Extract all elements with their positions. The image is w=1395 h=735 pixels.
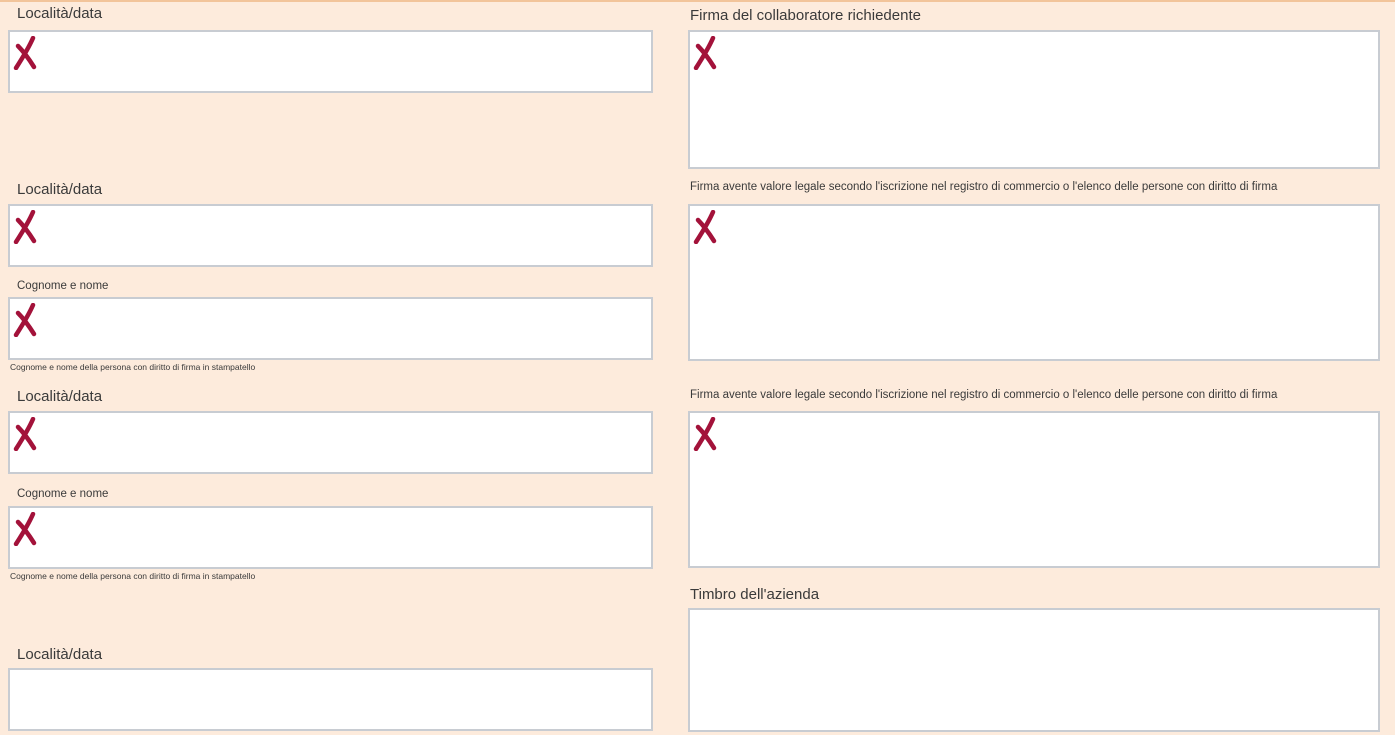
- location-date-field-2[interactable]: [8, 204, 653, 267]
- legal-signature-field-2[interactable]: [688, 411, 1380, 568]
- x-mark-icon: [13, 36, 39, 70]
- location-date-field-1[interactable]: [8, 30, 653, 93]
- x-mark-icon: [13, 303, 39, 337]
- x-mark-icon: [13, 417, 39, 451]
- company-stamp-label: Timbro dell'azienda: [690, 586, 820, 603]
- name-label-3: Cognome e nome: [17, 488, 109, 500]
- name-label-2: Cognome e nome: [17, 280, 109, 292]
- location-date-label-3: Località/data: [17, 388, 103, 405]
- location-date-label-4: Località/data: [17, 646, 103, 663]
- location-date-label-2: Località/data: [17, 181, 103, 198]
- top-divider: [0, 0, 1395, 2]
- location-date-label-1: Località/data: [17, 5, 103, 22]
- name-hint-2: Cognome e nome della persona con diritto…: [10, 362, 256, 372]
- name-field-3[interactable]: [8, 506, 653, 569]
- x-mark-icon: [693, 417, 719, 451]
- x-mark-icon: [13, 512, 39, 546]
- legal-signature-label-2: Firma avente valore legale secondo l'isc…: [690, 389, 1278, 401]
- employee-signature-label: Firma del collaboratore richiedente: [690, 7, 921, 24]
- name-hint-3: Cognome e nome della persona con diritto…: [10, 571, 256, 581]
- x-mark-icon: [13, 210, 39, 244]
- legal-signature-label-1: Firma avente valore legale secondo l'isc…: [690, 181, 1278, 193]
- employee-signature-field[interactable]: [688, 30, 1380, 169]
- location-date-field-4[interactable]: [8, 668, 653, 731]
- company-stamp-field[interactable]: [688, 608, 1380, 732]
- x-mark-icon: [693, 210, 719, 244]
- name-field-2[interactable]: [8, 297, 653, 360]
- legal-signature-field-1[interactable]: [688, 204, 1380, 361]
- x-mark-icon: [693, 36, 719, 70]
- location-date-field-3[interactable]: [8, 411, 653, 474]
